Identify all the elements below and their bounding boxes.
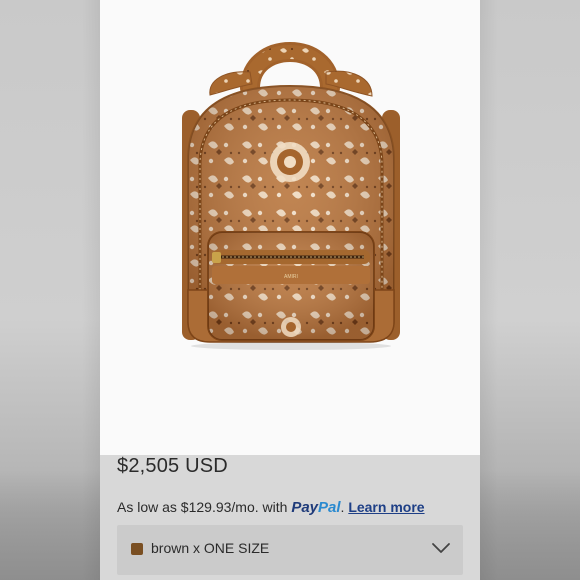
installment-text: As low as $129.93/mo. with [117,499,292,515]
chevron-down-icon [432,543,450,553]
blurred-background-right [480,0,580,580]
product-price: $2,505 USD [117,455,228,477]
backpack-product-image[interactable]: AMIRI [100,0,480,455]
svg-text:AMIRI: AMIRI [284,274,298,280]
screen: AMIRI $2,505 USD As low as $129.93/mo. w… [0,0,580,580]
variant-label: brown x ONE SIZE [151,540,270,556]
product-page: AMIRI $2,505 USD As low as $129.93/mo. w… [100,0,480,580]
product-image-area[interactable]: AMIRI [100,0,480,455]
product-info-panel: $2,505 USD As low as $129.93/mo. with Pa… [100,455,480,580]
blurred-background-left [0,0,100,580]
installment-offer: As low as $129.93/mo. with PayPal. Learn… [117,499,425,516]
paypal-logo: PayPal [291,499,341,516]
learn-more-link[interactable]: Learn more [348,499,424,515]
variant-select[interactable]: brown x ONE SIZE [117,525,463,575]
color-swatch [131,543,143,555]
